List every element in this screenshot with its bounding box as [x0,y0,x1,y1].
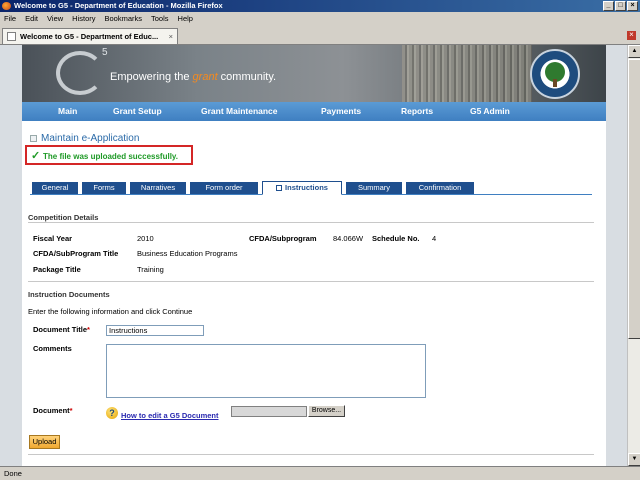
page-content: 5 Empowering the grant community. Main G… [22,45,606,466]
banner-slogan: Empowering the grant community. [110,71,277,83]
upload-button[interactable]: Upload [29,435,60,449]
title-bar: Welcome to G5 - Department of Education … [0,0,640,12]
library-photo [402,45,532,102]
menu-tools[interactable]: Tools [151,14,169,23]
menu-help[interactable]: Help [178,14,193,23]
browser-tab-label: Welcome to G5 - Department of Educ... [20,32,159,41]
package-title-label: Package Title [33,265,81,274]
help-icon[interactable]: ? [106,407,118,419]
tab-confirmation[interactable]: Confirmation [406,182,474,194]
collapse-icon[interactable] [30,134,37,142]
application-tabs: General Forms Narratives Form order Inst… [30,181,592,195]
status-bar: Done [0,466,640,480]
schedule-label: Schedule No. [372,234,420,243]
menu-edit[interactable]: Edit [25,14,38,23]
instruction-documents-header: Instruction Documents [28,290,110,299]
main-nav: Main Grant Setup Grant Maintenance Payme… [22,102,606,121]
success-message: The file was uploaded successfully. [43,152,179,161]
cfda-label: CFDA/Subprogram [249,234,317,243]
firefox-icon [2,2,11,10]
page-icon [7,32,16,41]
menu-file[interactable]: File [4,14,16,23]
maximize-button[interactable]: □ [615,1,626,11]
browse-button[interactable]: Browse... [308,405,345,417]
nav-grant-maintenance[interactable]: Grant Maintenance [201,106,278,116]
nav-reports[interactable]: Reports [401,106,433,116]
package-title-value: Training [137,265,164,274]
fiscal-year-label: Fiscal Year [33,234,73,243]
browser-tab-strip: Welcome to G5 - Department of Educ... × … [0,25,640,45]
tab-close-icon[interactable]: × [169,29,173,44]
scroll-down-arrow-icon[interactable]: ▼ [628,453,640,466]
success-banner: ✓ The file was uploaded successfully. [25,145,193,165]
divider [28,281,594,282]
scroll-up-arrow-icon[interactable]: ▲ [628,45,640,58]
menu-view[interactable]: View [47,14,63,23]
close-window-button[interactable]: × [627,1,638,11]
g5-logo-superscript: 5 [102,47,108,58]
tab-form-order[interactable]: Form order [190,182,258,194]
minimize-button[interactable]: _ [603,1,614,11]
browser-window: Welcome to G5 - Department of Education … [0,0,640,480]
window-title: Welcome to G5 - Department of Education … [14,1,223,10]
schedule-value: 4 [432,234,437,243]
tab-instructions[interactable]: Instructions [262,181,342,195]
edit-g5-document-link[interactable]: How to edit a G5 Document [121,411,219,420]
file-path-input[interactable] [231,406,307,417]
cfda-title-value: Business Education Programs [137,249,238,258]
menu-bookmarks[interactable]: Bookmarks [105,14,143,23]
scroll-thumb[interactable] [628,59,640,339]
tab-summary[interactable]: Summary [346,182,402,194]
cfda-title-label: CFDA/SubProgram Title [33,249,119,258]
nav-payments[interactable]: Payments [321,106,361,116]
vertical-scrollbar[interactable]: ▲ ▼ [627,45,640,466]
fiscal-year-value: 2010 [137,234,154,243]
nav-g5-admin[interactable]: G5 Admin [470,106,510,116]
competition-details-header: Competition Details [28,213,99,222]
browser-tab[interactable]: Welcome to G5 - Department of Educ... × [2,28,178,44]
menu-history[interactable]: History [72,14,95,23]
close-tab-icon[interactable]: × [627,31,636,40]
g5-logo-icon [56,51,104,95]
divider [28,454,594,455]
nav-main[interactable]: Main [58,106,77,116]
department-seal-icon [530,49,580,99]
page-viewport: 5 Empowering the grant community. Main G… [0,45,627,466]
instruction-hint: Enter the following information and clic… [28,307,193,316]
menu-bar: File Edit View History Bookmarks Tools H… [0,12,640,25]
tab-narratives[interactable]: Narratives [130,182,186,194]
document-title-input[interactable]: Instructions [106,325,204,336]
document-title-label: Document Title* [33,325,90,334]
status-text: Done [4,469,22,478]
tab-general[interactable]: General [32,182,78,194]
checkmark-icon: ✓ [31,150,41,162]
document-label: Document* [33,406,73,415]
cfda-value: 84.066W [333,234,364,243]
page-title: Maintain e-Application [30,133,139,144]
comments-label: Comments [33,344,72,353]
site-banner: 5 Empowering the grant community. [22,45,606,102]
tab-icon [276,185,283,192]
divider [28,222,594,223]
nav-grant-setup[interactable]: Grant Setup [113,106,162,116]
tab-forms[interactable]: Forms [82,182,126,194]
comments-textarea[interactable] [106,344,426,398]
